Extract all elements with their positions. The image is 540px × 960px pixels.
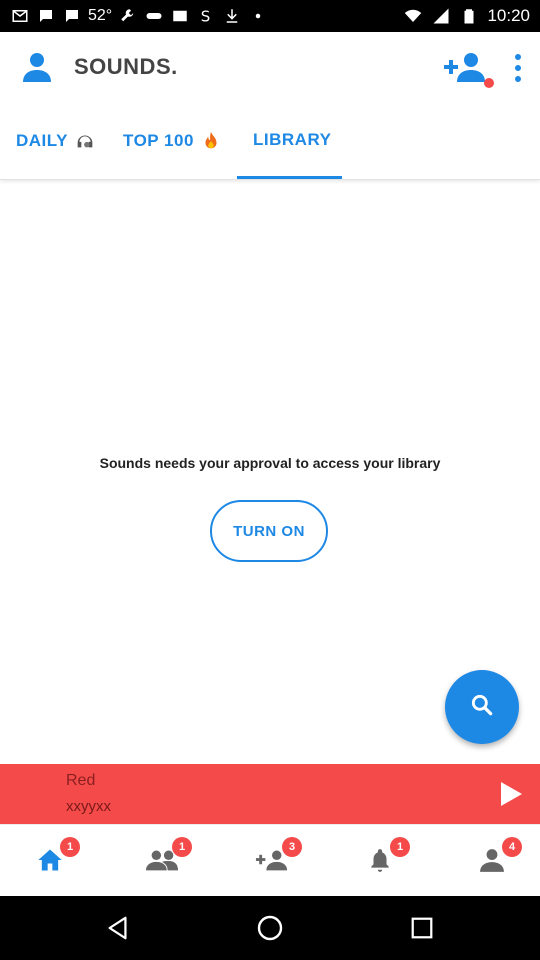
download-icon bbox=[222, 7, 242, 25]
approval-message: Sounds needs your approval to access you… bbox=[99, 455, 441, 471]
more-vert-icon[interactable] bbox=[508, 54, 528, 82]
temperature: 52° bbox=[88, 7, 113, 24]
back-icon[interactable] bbox=[104, 914, 132, 942]
status-icons-right: 10:20 bbox=[403, 6, 530, 26]
app-root: 52° S 10:20 SOUNDS. DAILY TOP 100 LIBRAR… bbox=[0, 0, 540, 960]
bottom-navigation: 1 1 3 1 4 bbox=[0, 824, 540, 896]
wifi-icon bbox=[403, 7, 423, 25]
person-icon bbox=[479, 847, 505, 878]
mail-icon bbox=[10, 7, 30, 25]
person-icon[interactable] bbox=[20, 50, 54, 84]
wrench-icon bbox=[118, 7, 138, 25]
battery-icon bbox=[459, 7, 479, 25]
app-header: SOUNDS. bbox=[0, 32, 540, 104]
system-navigation-bar bbox=[0, 896, 540, 960]
nav-friends-badge: 1 bbox=[172, 837, 192, 857]
notification-dot bbox=[484, 78, 494, 88]
now-playing-title: Red bbox=[66, 772, 96, 789]
now-playing-artist: xxyyxx bbox=[66, 798, 111, 815]
nav-home[interactable]: 1 bbox=[30, 837, 80, 877]
home-circle-icon[interactable] bbox=[256, 914, 284, 942]
game-controller-icon bbox=[144, 7, 164, 25]
fire-icon bbox=[200, 130, 222, 152]
nav-friends[interactable]: 1 bbox=[142, 837, 192, 877]
person-add-icon[interactable] bbox=[442, 50, 488, 84]
tab-daily-label: DAILY bbox=[16, 131, 68, 150]
bell-icon bbox=[367, 847, 393, 878]
signal-icon bbox=[431, 7, 451, 25]
clock: 10:20 bbox=[487, 6, 530, 25]
search-icon bbox=[469, 692, 495, 723]
headphones-icon bbox=[74, 130, 96, 152]
tab-top100[interactable]: TOP 100 bbox=[123, 130, 222, 152]
tab-library-label: LIBRARY bbox=[253, 130, 332, 149]
recents-icon[interactable] bbox=[408, 914, 436, 942]
dot-icon bbox=[248, 7, 268, 25]
status-bar: 52° S 10:20 bbox=[0, 0, 540, 32]
nav-profile[interactable]: 4 bbox=[472, 837, 522, 878]
tab-library[interactable]: LIBRARY bbox=[253, 130, 331, 150]
nav-add-friend[interactable]: 3 bbox=[252, 837, 302, 877]
nav-home-badge: 1 bbox=[60, 837, 80, 857]
nav-add-friend-badge: 3 bbox=[282, 837, 302, 857]
search-button[interactable] bbox=[445, 670, 519, 744]
nav-notifications[interactable]: 1 bbox=[360, 837, 410, 878]
tab-active-indicator bbox=[237, 176, 342, 179]
turn-on-button[interactable]: TURN ON bbox=[210, 500, 328, 562]
dollar-icon: S bbox=[196, 7, 216, 25]
image-icon bbox=[170, 7, 190, 25]
svg-text:S: S bbox=[201, 7, 211, 25]
app-title: SOUNDS. bbox=[74, 54, 178, 79]
tab-bar: DAILY TOP 100 LIBRARY bbox=[0, 104, 540, 180]
nav-notifications-badge: 1 bbox=[390, 837, 410, 857]
tab-daily[interactable]: DAILY bbox=[16, 130, 96, 152]
nav-profile-badge: 4 bbox=[502, 837, 522, 857]
play-icon[interactable] bbox=[498, 780, 524, 808]
now-playing-bar[interactable]: Red xxyyxx bbox=[0, 764, 540, 824]
status-icons-left: 52° S bbox=[10, 7, 268, 25]
tab-top100-label: TOP 100 bbox=[123, 131, 194, 150]
message-icon bbox=[36, 7, 56, 25]
message-icon bbox=[62, 7, 82, 25]
